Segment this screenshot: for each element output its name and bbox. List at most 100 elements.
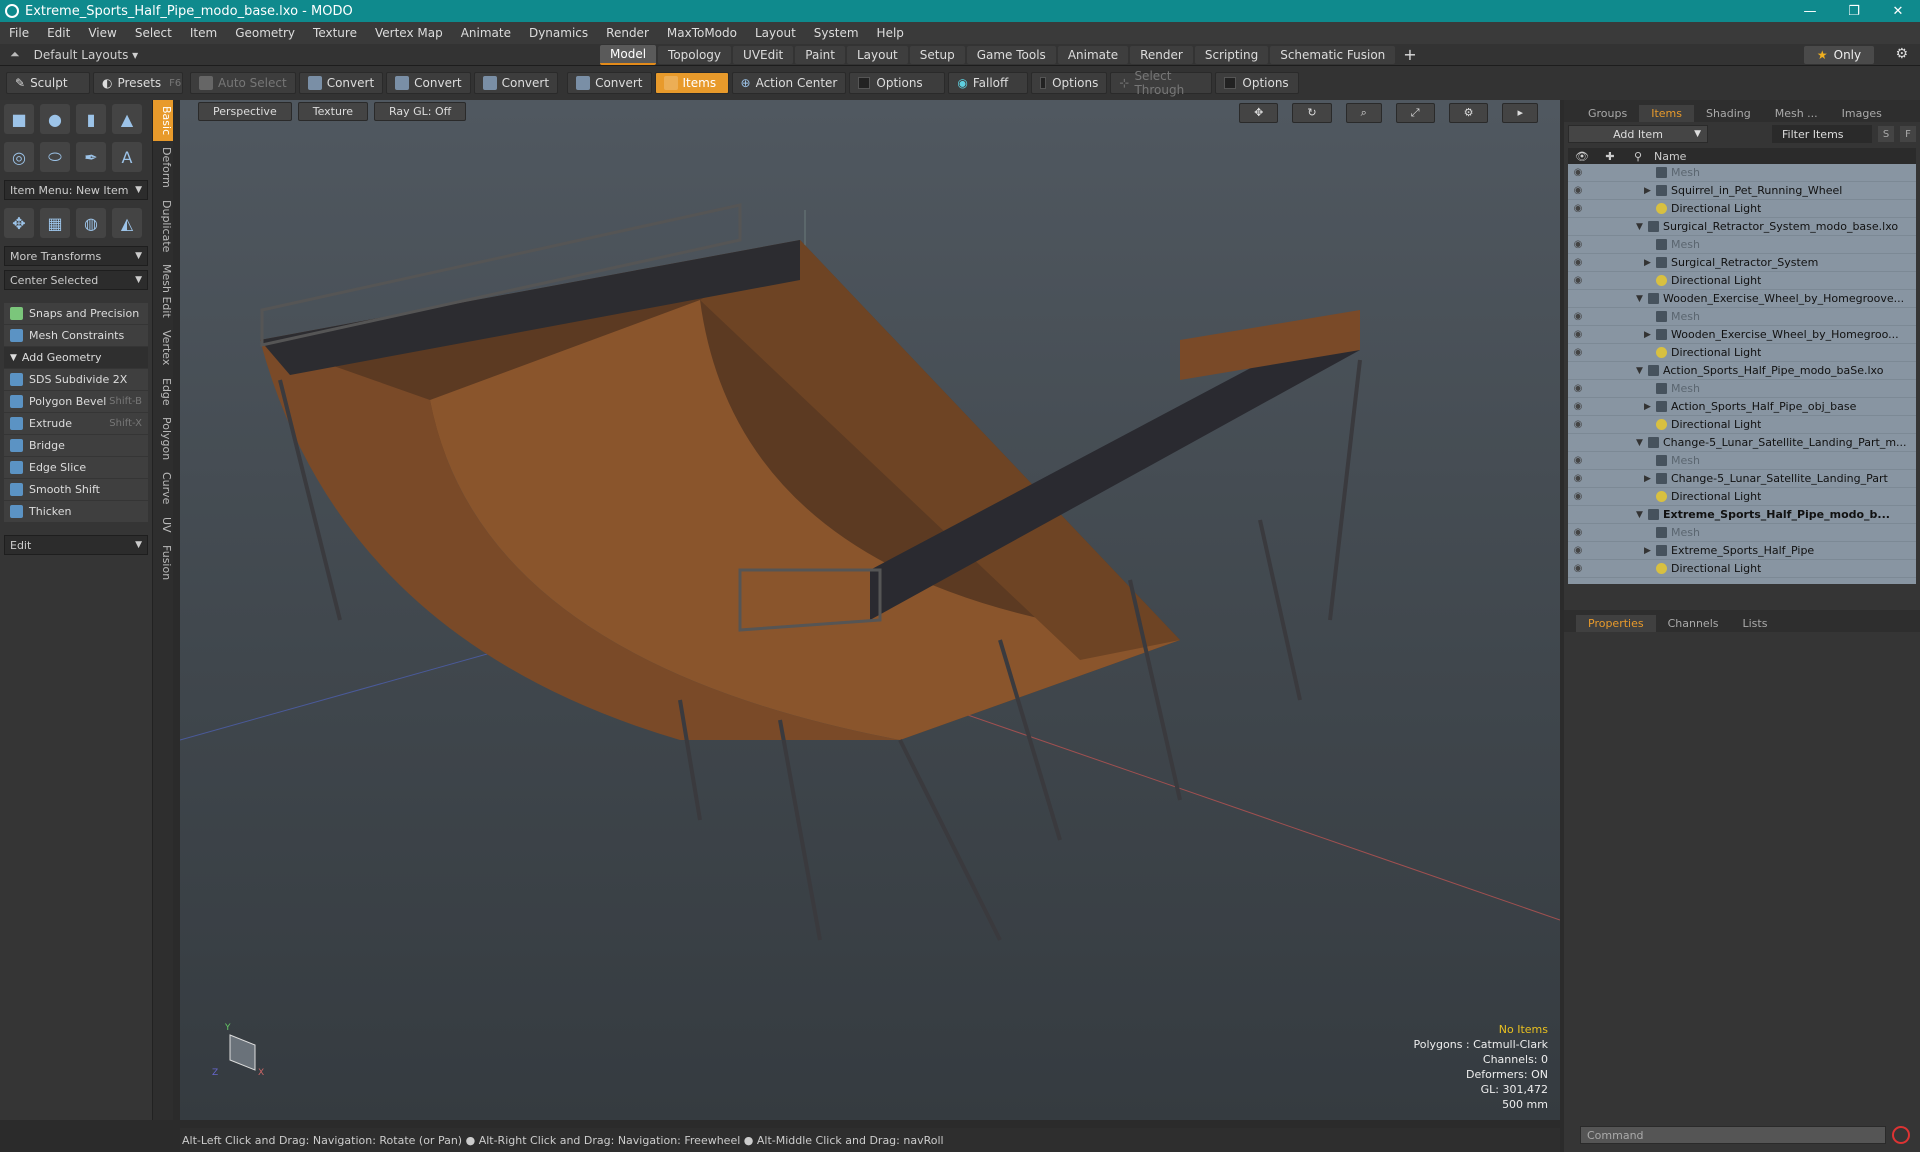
expand-icon[interactable]: ▶ [1644, 258, 1656, 268]
tab-game-tools[interactable]: Game Tools [966, 45, 1056, 64]
item-row[interactable]: ▼ Wooden_Exercise_Wheel_by_Homegroove... [1568, 290, 1916, 308]
eye-icon[interactable]: ◉ [1568, 239, 1588, 250]
3d-viewport[interactable]: Perspective Texture Ray GL: Off ✥ ↻ ⌕ ⤢ … [180, 100, 1560, 1120]
tab-groups[interactable]: Groups [1576, 105, 1639, 122]
menu-animate[interactable]: Animate [452, 26, 520, 40]
eye-icon[interactable]: ◉ [1568, 545, 1588, 556]
action-center-button[interactable]: ⊕ Action Center [731, 72, 847, 94]
torus-icon[interactable]: ◎ [4, 142, 34, 172]
tab-lists[interactable]: Lists [1731, 615, 1780, 632]
tool-polygon-bevel[interactable]: Polygon Bevel Shift-B [4, 391, 148, 412]
capsule-icon[interactable]: ⬭ [40, 142, 70, 172]
item-row[interactable]: ◉ Mesh [1568, 452, 1916, 470]
tab-schematic-fusion[interactable]: Schematic Fusion [1270, 45, 1396, 64]
filter-items-input[interactable]: Filter Items [1772, 125, 1872, 143]
snaps-precision-button[interactable]: Snaps and Precision [4, 303, 148, 324]
f-button[interactable]: F [1900, 126, 1916, 142]
convert-button-1[interactable]: Convert [298, 72, 384, 94]
vtab-basic[interactable]: Basic [153, 100, 173, 142]
eye-icon[interactable]: ◉ [1568, 329, 1588, 340]
presets-button[interactable]: ◐ Presets F6 [93, 72, 183, 94]
items-mode-button[interactable]: Items [654, 72, 729, 94]
maximize-button[interactable]: ❐ [1832, 4, 1876, 19]
cylinder-icon[interactable]: ▮ [76, 104, 106, 134]
item-row[interactable]: ▼ Action_Sports_Half_Pipe_modo_baSe.lxo [1568, 362, 1916, 380]
item-row[interactable]: ◉ Mesh [1568, 164, 1916, 182]
edit-dropdown[interactable]: Edit ▼ [4, 535, 148, 555]
item-row[interactable]: ◉ Mesh [1568, 524, 1916, 542]
eye-icon[interactable]: ◉ [1568, 275, 1588, 286]
item-row[interactable]: ▼ Surgical_Retractor_System_modo_base.lxo [1568, 218, 1916, 236]
options-button-1[interactable]: Options [849, 72, 946, 94]
center-selected-dropdown[interactable]: Center Selected ▼ [4, 270, 148, 290]
item-row[interactable]: ◉ ▶ Wooden_Exercise_Wheel_by_Homegroo... [1568, 326, 1916, 344]
menu-dynamics[interactable]: Dynamics [520, 26, 597, 40]
tab-items[interactable]: Items [1639, 105, 1695, 122]
s-button[interactable]: S [1878, 126, 1894, 142]
expand-icon[interactable]: ▼ [1636, 222, 1648, 232]
tab-paint[interactable]: Paint [795, 45, 845, 64]
close-button[interactable]: ✕ [1876, 4, 1920, 19]
expand-icon[interactable]: ▼ [1636, 294, 1648, 304]
item-row[interactable]: ◉ Directional Light [1568, 344, 1916, 362]
add-geometry-header[interactable]: ▼ Add Geometry [4, 347, 148, 368]
transform-icon[interactable]: ✥ [4, 208, 34, 238]
item-row[interactable]: ◉ ▶ Action_Sports_Half_Pipe_obj_base [1568, 398, 1916, 416]
menu-geometry[interactable]: Geometry [226, 26, 304, 40]
item-row[interactable]: ◉ Mesh [1568, 308, 1916, 326]
sculpt-button[interactable]: ✎ Sculpt [6, 72, 90, 94]
eye-icon[interactable]: ◉ [1568, 347, 1588, 358]
menu-edit[interactable]: Edit [38, 26, 79, 40]
grid-icon[interactable]: ▦ [40, 208, 70, 238]
tool-thicken[interactable]: Thicken [4, 501, 148, 522]
item-row[interactable]: ◉ Directional Light [1568, 272, 1916, 290]
eye-icon[interactable]: ◉ [1568, 383, 1588, 394]
expand-icon[interactable]: ▶ [1644, 330, 1656, 340]
menu-layout[interactable]: Layout [746, 26, 805, 40]
sphere-icon[interactable]: ● [40, 104, 70, 134]
eye-icon[interactable]: ◉ [1568, 563, 1588, 574]
vtab-deform[interactable]: Deform [153, 141, 173, 194]
eye-icon[interactable]: ◉ [1568, 419, 1588, 430]
vtab-duplicate[interactable]: Duplicate [153, 194, 173, 258]
expand-icon[interactable]: ▼ [1636, 438, 1648, 448]
add-tab-icon[interactable]: + [1403, 45, 1416, 64]
convert-button-3[interactable]: Convert [473, 72, 559, 94]
eye-icon[interactable]: ◉ [1568, 455, 1588, 466]
vtab-edge[interactable]: Edge [153, 372, 173, 412]
tab-shading[interactable]: Shading [1694, 105, 1763, 122]
eye-icon[interactable]: ◉ [1568, 473, 1588, 484]
eye-icon[interactable]: ◉ [1568, 203, 1588, 214]
vtab-mesh-edit[interactable]: Mesh Edit [153, 258, 173, 324]
expand-icon[interactable]: ▶ [1644, 186, 1656, 196]
default-layouts-dropdown[interactable]: ⏶ Default Layouts ▾ [0, 47, 600, 62]
options-checkbox[interactable] [1040, 77, 1047, 89]
item-row[interactable]: ◉ ▶ Change-5_Lunar_Satellite_Landing_Part [1568, 470, 1916, 488]
vtab-vertex[interactable]: Vertex [153, 324, 173, 371]
mesh-constraints-button[interactable]: Mesh Constraints [4, 325, 148, 346]
cone-icon[interactable]: ▲ [112, 104, 142, 134]
tool-extrude[interactable]: Extrude Shift-X [4, 413, 148, 434]
tab-model[interactable]: Model [600, 44, 657, 65]
menu-render[interactable]: Render [597, 26, 658, 40]
eye-icon[interactable]: ◉ [1568, 185, 1588, 196]
tab-images[interactable]: Images [1830, 105, 1894, 122]
pyramid-icon[interactable]: ◭ [112, 208, 142, 238]
tab-properties[interactable]: Properties [1576, 615, 1656, 632]
menu-item[interactable]: Item [181, 26, 226, 40]
tab-setup[interactable]: Setup [909, 45, 965, 64]
expand-icon[interactable]: ▼ [1636, 510, 1648, 520]
pen-icon[interactable]: ✒ [76, 142, 106, 172]
item-row[interactable]: ▼ Change-5_Lunar_Satellite_Landing_Part_m… [1568, 434, 1916, 452]
command-input[interactable]: Command [1580, 1126, 1886, 1144]
tab-animate[interactable]: Animate [1057, 45, 1129, 64]
eye-icon[interactable]: ◉ [1568, 527, 1588, 538]
eye-icon[interactable]: ◉ [1568, 257, 1588, 268]
auto-select-button[interactable]: Auto Select [190, 72, 296, 94]
more-transforms-dropdown[interactable]: More Transforms ▼ [4, 246, 148, 266]
tab-topology[interactable]: Topology [658, 45, 732, 64]
expand-icon[interactable]: ▶ [1644, 546, 1656, 556]
item-row[interactable]: ◉ Directional Light [1568, 560, 1916, 578]
eye-icon[interactable]: ◉ [1568, 311, 1588, 322]
menu-system[interactable]: System [805, 26, 868, 40]
